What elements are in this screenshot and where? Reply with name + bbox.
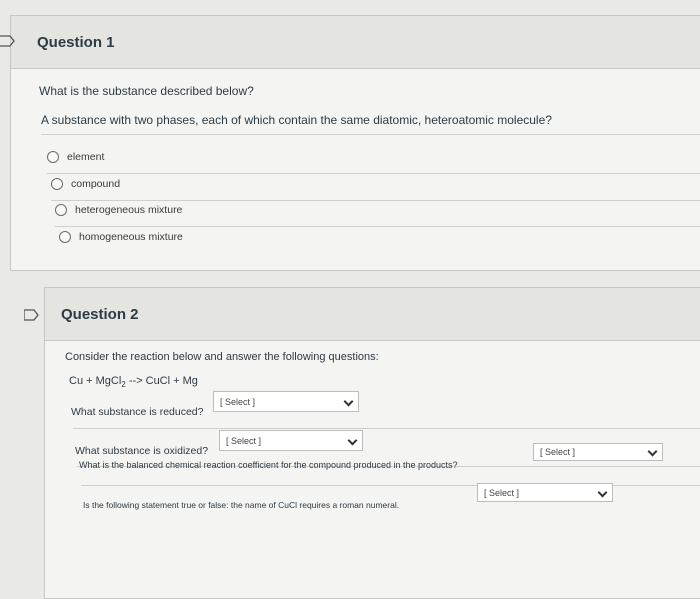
answer-compound-label: compound (71, 178, 121, 190)
reaction-plus: + (173, 375, 180, 387)
radio-heterogeneous-mixture[interactable] (55, 204, 67, 216)
roman-numeral-question-label: Is the following statement true or false… (83, 500, 400, 510)
answer-divider-1 (47, 173, 700, 174)
radio-homogeneous-mixture[interactable] (59, 231, 71, 243)
reduced-select-value: [ Select ] (220, 396, 256, 407)
coefficient-select[interactable]: [ Select ] (533, 443, 663, 461)
question-2-card: Question 2 Consider the reaction below a… (44, 287, 700, 599)
item-divider-1 (73, 428, 700, 429)
reaction-product-cucl: CuCl (145, 375, 171, 387)
chevron-down-icon (597, 487, 608, 498)
flag-question-icon[interactable] (24, 309, 40, 321)
answer-compound[interactable]: compound (51, 178, 120, 190)
roman-numeral-select[interactable]: [ Select ] (477, 483, 613, 502)
question-1-header: Question 1 (11, 16, 700, 69)
question-1-description: A substance with two phases, each of whi… (41, 113, 552, 127)
reaction-reactant-mgcl2: MgCl2 (95, 375, 126, 390)
question-2-intro: Consider the reaction below and answer t… (65, 351, 379, 363)
radio-compound[interactable] (51, 178, 63, 190)
coefficient-question-label: What is the balanced chemical reaction c… (79, 460, 458, 470)
reaction-plus: + (86, 375, 93, 387)
subscript-2: 2 (121, 380, 126, 390)
question-2-title: Question 2 (61, 305, 139, 323)
answer-heterogeneous-mixture[interactable]: heterogeneous mixture (55, 204, 182, 216)
reduced-select[interactable]: [ Select ] (213, 391, 359, 412)
radio-element[interactable] (47, 151, 59, 163)
answer-homogeneous-mixture-label: homogeneous mixture (79, 231, 183, 243)
oxidized-select-value: [ Select ] (226, 435, 262, 446)
oxidized-question-label: What substance is oxidized? (75, 445, 209, 457)
oxidized-select[interactable]: [ Select ] (219, 430, 363, 451)
answer-divider-2 (51, 200, 700, 201)
reduced-question-label: What substance is reduced? (71, 406, 204, 418)
answer-homogeneous-mixture[interactable]: homogeneous mixture (59, 231, 183, 243)
reaction-product-mg: Mg (182, 375, 198, 387)
coefficient-select-value: [ Select ] (540, 447, 576, 457)
chevron-down-icon (647, 446, 658, 457)
reaction-reactant-cu: Cu (69, 375, 84, 387)
chevron-down-icon (347, 435, 358, 446)
chevron-down-icon (343, 396, 354, 407)
question-1-title: Question 1 (37, 33, 115, 51)
question-1-card: Question 1 What is the substance describ… (10, 15, 700, 271)
answer-divider-3 (55, 226, 700, 227)
reaction-arrow: --> (128, 375, 143, 387)
question-1-divider (41, 134, 700, 135)
answer-element[interactable]: element (47, 151, 104, 163)
question-1-prompt: What is the substance described below? (39, 84, 254, 98)
answer-heterogeneous-mixture-label: heterogeneous mixture (75, 204, 183, 216)
question-2-header: Question 2 (45, 288, 700, 341)
answer-element-label: element (67, 151, 105, 163)
roman-numeral-select-value: [ Select ] (484, 487, 520, 498)
reaction-equation: Cu + MgCl2 --> CuCl + Mg (69, 375, 198, 389)
flag-question-icon[interactable] (0, 35, 16, 47)
mgcl-text: MgCl (95, 375, 122, 387)
